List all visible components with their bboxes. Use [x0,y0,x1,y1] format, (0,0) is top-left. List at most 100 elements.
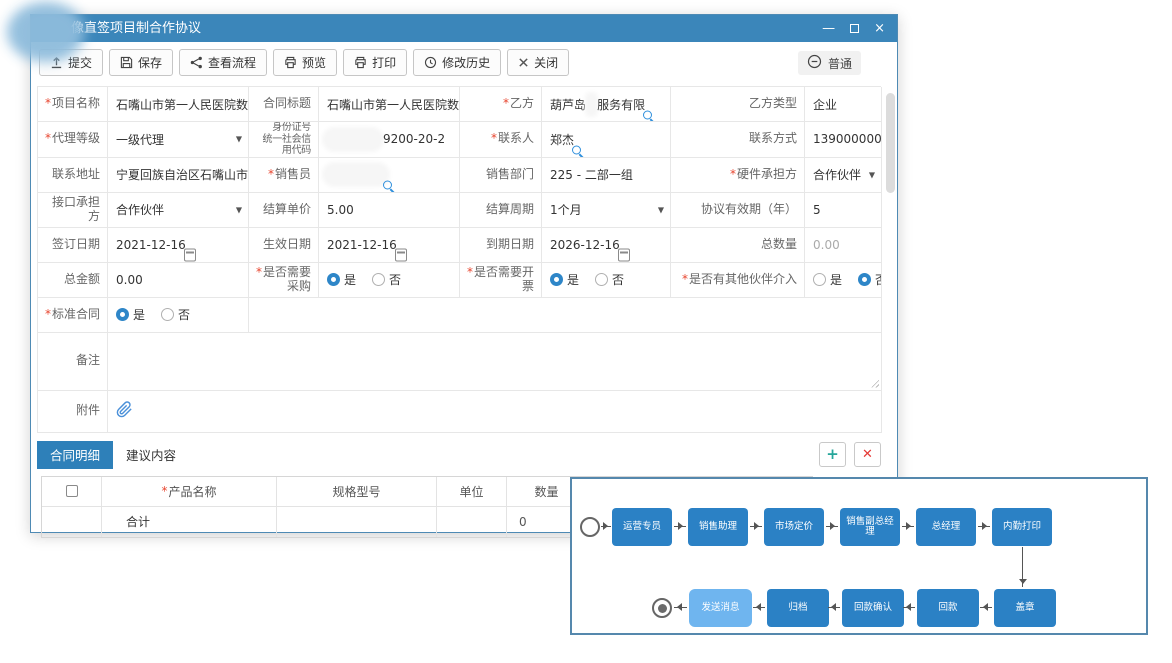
required-marker: * [161,484,167,498]
field-sign_date-value[interactable]: 2021-12-16 [108,228,249,263]
field-total_qty-value[interactable]: 0.00 [805,228,882,263]
calendar-icon[interactable] [618,249,630,262]
field-contact_phone-label: 联系方式 [671,122,805,158]
field-address-value[interactable]: 宁夏回族自治区石嘴山市 [108,158,249,193]
radio-label: 否 [389,271,401,288]
remark-field [108,333,882,391]
field-other_partner-label: *是否有其他伙伴介入 [671,263,805,298]
print-button-label: 打印 [372,54,396,71]
tab-contract-detail[interactable]: 合同明细 [37,441,113,469]
field-party_b_type-label: 乙方类型 [671,87,805,122]
field-need_purchase-option-是[interactable]: 是 [327,271,356,288]
summary-checkbox [42,507,102,537]
field-hardware_bearer-label: *硬件承担方 [671,158,805,193]
field-total_amount-value[interactable]: 0.00 [108,263,249,298]
flow-node-发送消息: 发送消息 [689,589,752,627]
field-project_name-value[interactable]: 石嘴山市第一人民医院数字影 [108,87,249,122]
minimize-icon[interactable]: — [822,15,835,42]
field-total_amount-text: 0.00 [116,273,143,287]
contract-form: *项目名称石嘴山市第一人民医院数字影合同标题石嘴山市第一人民医院数字*乙方葫芦岛… [37,86,881,433]
priority-badge[interactable]: 普通 [798,51,861,75]
field-party_b-value[interactable]: 葫芦岛服务有限 [542,87,671,122]
close-icon[interactable]: × [874,15,885,42]
field-party_b_type-value[interactable]: 企业 [805,87,882,122]
field-valid_years-text: 5 [813,203,821,217]
field-effect_date-text: 2021-12-16 [327,238,397,252]
radio-label: 否 [612,271,624,288]
field-settle_cycle-value[interactable]: 1个月▼ [542,193,671,228]
field-contract_title-value[interactable]: 石嘴山市第一人民医院数字 [319,87,460,122]
summary-unit [437,507,507,537]
arrow-right-icon [902,526,914,527]
arrow-right-icon [750,526,762,527]
field-salesman-value[interactable] [319,158,460,193]
field-unit_price-label: 结算单价 [249,193,319,228]
flow-start-node [580,517,600,537]
calendar-icon[interactable] [395,249,407,262]
chevron-down-icon[interactable]: ▼ [869,170,875,179]
toolbar: 提交保存查看流程预览打印修改历史关闭普通 [31,42,897,82]
paperclip-icon[interactable] [116,401,133,421]
chevron-down-icon[interactable]: ▼ [658,205,664,214]
field-credit_code-label: 身份证号统一社会信用代码 [249,122,319,158]
radio-icon [595,273,608,286]
field-other_partner-value: 是否 [805,263,882,298]
field-credit_code-text: 9200-20-2 [383,132,445,146]
summary-spec_model [277,507,437,537]
add-row-button[interactable]: + [819,442,846,467]
field-contact-value[interactable]: 郑杰 [542,122,671,158]
resize-handle-icon[interactable] [869,378,879,388]
print-icon [354,56,367,69]
summary-product_name: 合计 [102,507,277,537]
attachment-label: 附件 [38,391,108,433]
field-other_partner-option-是[interactable]: 是 [813,271,842,288]
field-standard_contract-option-是[interactable]: 是 [116,306,145,323]
field-expire_date-value[interactable]: 2026-12-16 [542,228,671,263]
field-need_invoice-option-否[interactable]: 否 [595,271,624,288]
field-need_invoice-option-是[interactable]: 是 [550,271,579,288]
save-button[interactable]: 保存 [109,49,173,76]
chevron-down-icon[interactable]: ▼ [236,135,242,144]
close-button[interactable]: 关闭 [507,49,569,76]
search-icon[interactable] [383,181,394,192]
field-unit_price-value[interactable]: 5.00 [319,193,460,228]
field-contact_phone-value[interactable]: 13900000001 [805,122,882,158]
calendar-icon[interactable] [184,249,196,262]
contract-dialog: 像直签项目制合作协议 —× 提交保存查看流程预览打印修改历史关闭普通 *项目名称… [30,14,898,533]
window-controls: —× [822,15,885,42]
field-effect_date-value[interactable]: 2021-12-16 [319,228,460,263]
dialog-titlebar: 像直签项目制合作协议 —× [31,15,897,42]
field-other_partner-option-否[interactable]: 否 [858,271,882,288]
search-icon[interactable] [643,110,644,121]
history-button[interactable]: 修改历史 [413,49,501,76]
search-icon[interactable] [572,146,583,157]
remark-textarea[interactable] [108,333,881,390]
print-button[interactable]: 打印 [343,49,407,76]
select-all-checkbox[interactable] [66,485,78,497]
attachment-field [108,391,882,433]
field-interface_bearer-value[interactable]: 合作伙伴▼ [108,193,249,228]
chevron-down-icon[interactable]: ▼ [236,205,242,214]
tab-suggestion[interactable]: 建议内容 [113,441,189,469]
flow-node-销售副总经理: 销售副总经理 [840,508,900,546]
field-hardware_bearer-value[interactable]: 合作伙伴▼ [805,158,882,193]
maximize-box [850,24,859,33]
header-spec_model: 规格型号 [277,477,437,507]
field-need_purchase-option-否[interactable]: 否 [372,271,401,288]
field-expire_date-label: 到期日期 [460,228,542,263]
field-agent_level-value[interactable]: 一级代理▼ [108,122,249,158]
vertical-scrollbar-thumb[interactable] [886,93,895,193]
delete-row-button[interactable]: ✕ [854,442,881,467]
field-valid_years-value[interactable]: 5 [805,193,882,228]
field-standard_contract-option-否[interactable]: 否 [161,306,190,323]
field-sales_dept-value[interactable]: 225 - 二部一组 [542,158,671,193]
maximize-icon[interactable] [850,15,859,42]
arrow-left-icon [753,607,765,608]
view-flow-button[interactable]: 查看流程 [179,49,267,76]
header-product_name: *产品名称 [102,477,277,507]
preview-button[interactable]: 预览 [273,49,337,76]
required-marker: * [45,307,51,321]
radio-icon [550,273,563,286]
field-credit_code-value[interactable]: 9200-20-2 [319,122,460,158]
field-party_b-text: 葫芦岛 [550,96,586,113]
